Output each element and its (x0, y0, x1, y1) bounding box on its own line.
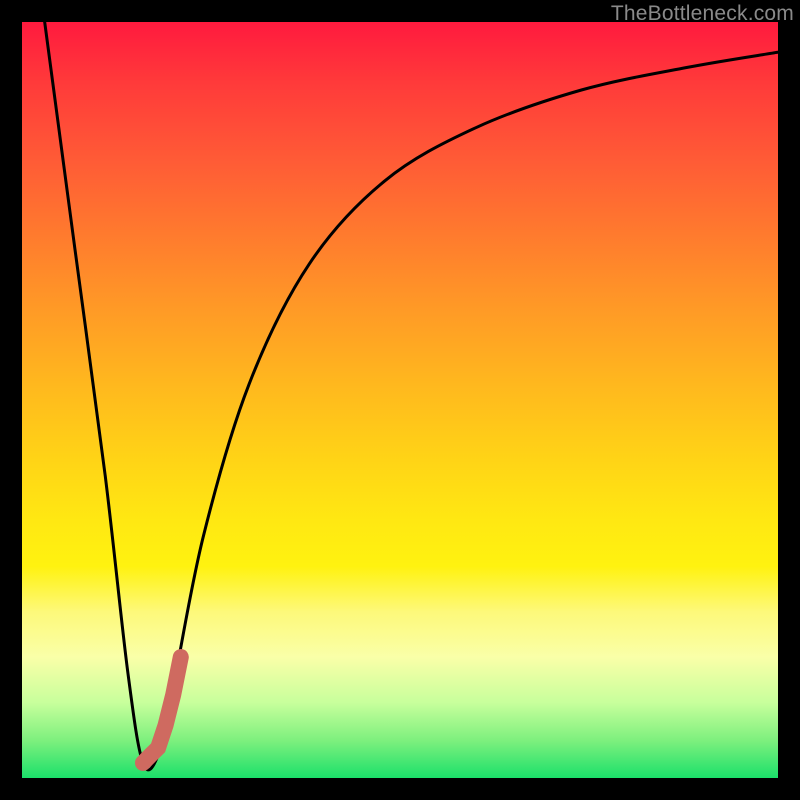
chart-svg (22, 22, 778, 778)
watermark-text: TheBottleneck.com (611, 2, 794, 26)
main-curve (45, 22, 778, 770)
chart-frame: TheBottleneck.com (0, 0, 800, 800)
highlight-segment (143, 657, 181, 763)
